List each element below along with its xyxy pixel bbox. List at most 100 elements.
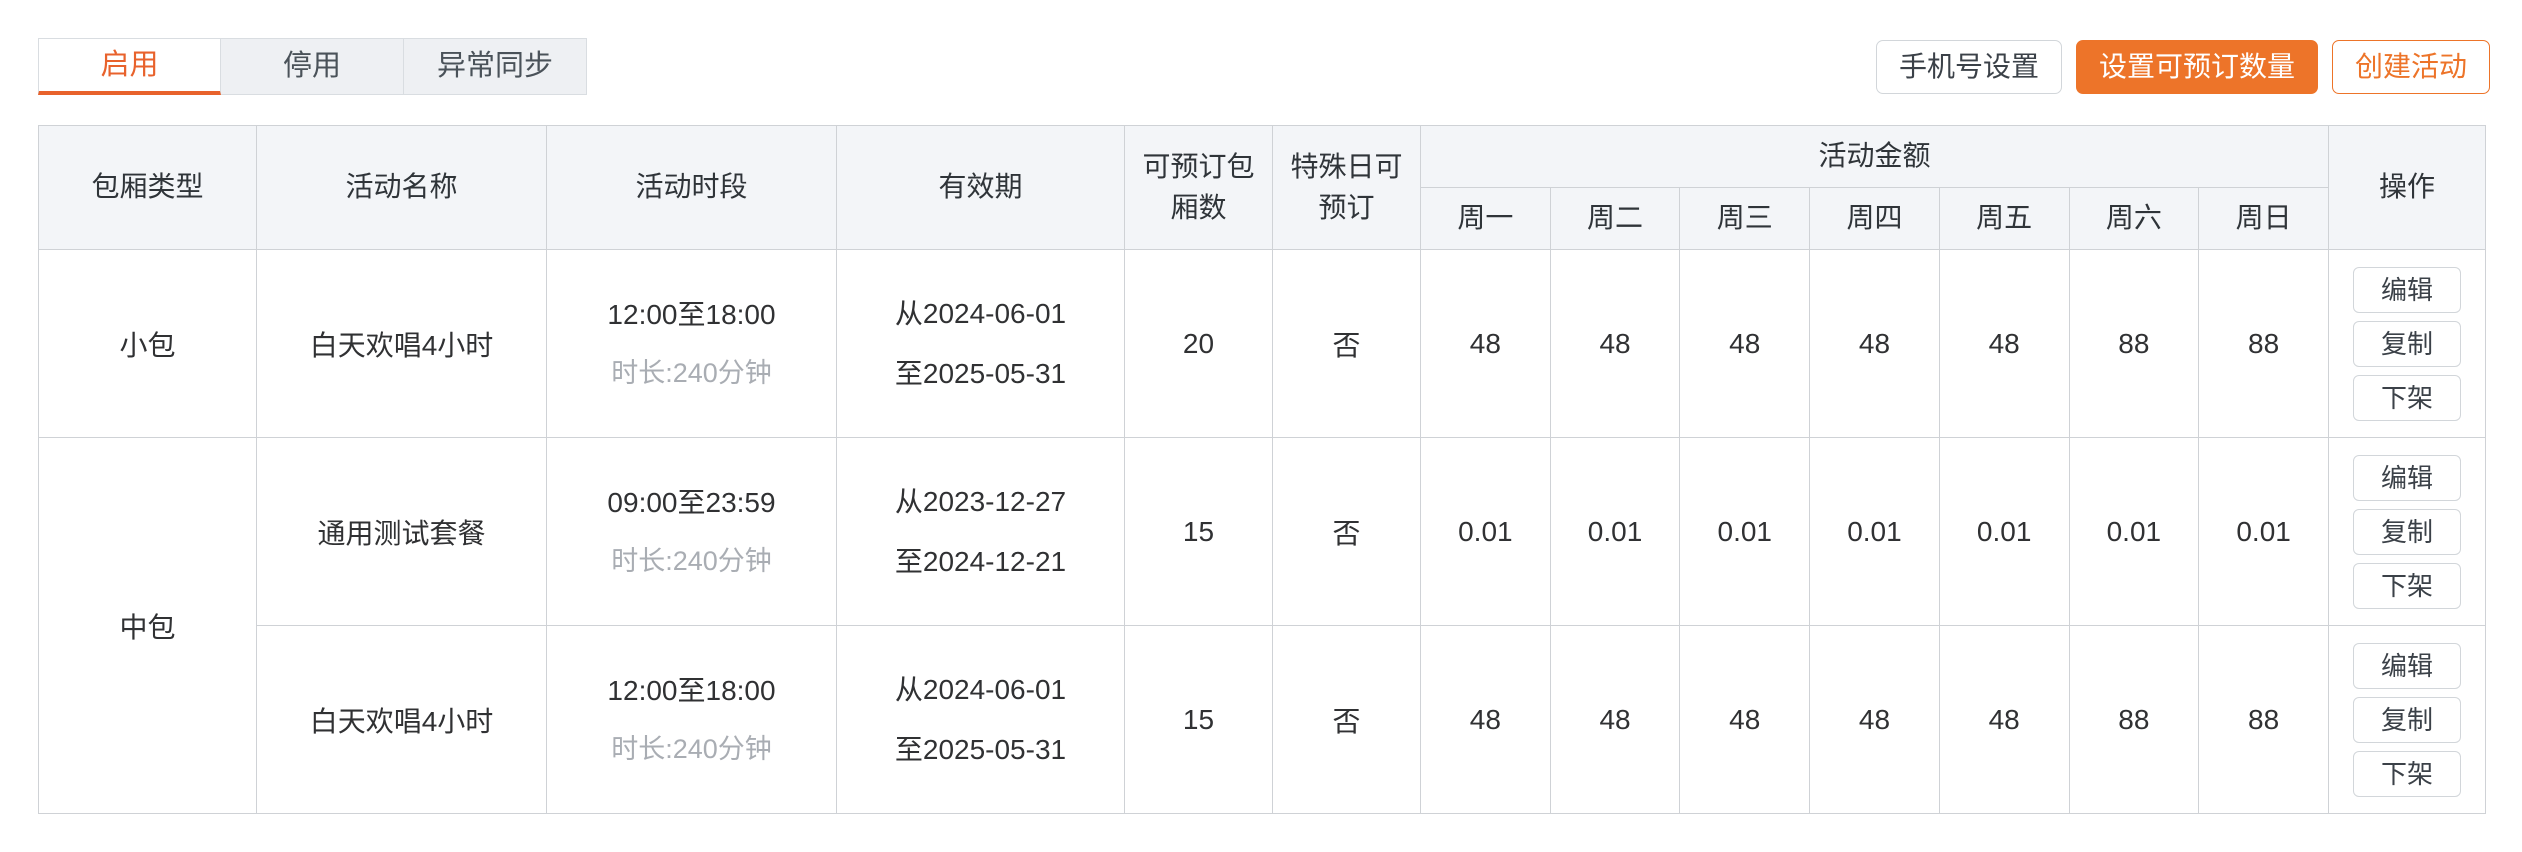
table-row: 中包 通用测试套餐 09:00至23:59 时长:240分钟 从2023-12-… <box>38 437 2486 814</box>
cell-time-slot: 09:00至23:59 时长:240分钟 <box>546 437 837 626</box>
col-header-wednesday: 周三 <box>1679 187 1811 250</box>
cell-price-thursday: 0.01 <box>1809 437 1940 626</box>
cell-time-slot: 12:00至18:00 时长:240分钟 <box>546 249 837 438</box>
tab-sync-error[interactable]: 异常同步 <box>404 38 587 95</box>
time-slot-range: 09:00至23:59 <box>607 486 776 518</box>
cell-price-friday: 0.01 <box>1938 437 2070 626</box>
cell-special-day: 否 <box>1272 437 1421 626</box>
unpublish-button[interactable]: 下架 <box>2353 562 2461 609</box>
col-header-bookable-rooms-line1: 可预订包 <box>1142 150 1255 182</box>
col-header-friday: 周五 <box>1938 187 2070 250</box>
cell-price-thursday: 48 <box>1809 249 1940 438</box>
cell-price-monday: 0.01 <box>1420 437 1551 626</box>
phone-settings-button[interactable]: 手机号设置 <box>1875 40 2062 94</box>
edit-button[interactable]: 编辑 <box>2353 454 2461 501</box>
tab-disabled-label: 停用 <box>282 50 341 82</box>
set-bookable-count-button[interactable]: 设置可预订数量 <box>2075 40 2318 94</box>
cell-room-type: 中包 <box>38 437 257 814</box>
table-row: 小包 白天欢唱4小时 12:00至18:00 时长:240分钟 从2024-06… <box>38 249 2486 438</box>
table-header-row-group: 包厢类型 活动名称 活动时段 有效期 可预订包 厢数 特殊日可 预订 活动金额 … <box>38 125 2486 250</box>
time-slot-range: 12:00至18:00 <box>607 674 776 706</box>
cell-operations: 编辑 复制 下架 <box>2328 437 2486 626</box>
cell-price-thursday: 48 <box>1809 625 1940 814</box>
copy-button[interactable]: 复制 <box>2353 696 2461 743</box>
tab-disabled[interactable]: 停用 <box>221 38 404 95</box>
cell-special-day: 否 <box>1272 625 1421 814</box>
cell-price-tuesday: 48 <box>1549 249 1681 438</box>
cell-price-saturday: 0.01 <box>2068 437 2200 626</box>
tab-enabled[interactable]: 启用 <box>38 38 221 95</box>
cell-price-sunday: 0.01 <box>2198 437 2329 626</box>
unpublish-button[interactable]: 下架 <box>2353 750 2461 797</box>
copy-button[interactable]: 复制 <box>2353 508 2461 555</box>
cell-time-slot: 12:00至18:00 时长:240分钟 <box>546 625 837 814</box>
col-header-amount-group: 活动金额 <box>1420 125 2329 188</box>
col-header-bookable-rooms-line2: 厢数 <box>1170 191 1227 223</box>
validity-from: 从2023-12-27 <box>894 485 1067 517</box>
cell-price-wednesday: 0.01 <box>1679 437 1811 626</box>
time-slot-range: 12:00至18:00 <box>607 298 776 330</box>
cell-price-wednesday: 48 <box>1679 625 1811 814</box>
table-body: 小包 白天欢唱4小时 12:00至18:00 时长:240分钟 从2024-06… <box>38 249 2486 814</box>
col-header-special-day: 特殊日可 预订 <box>1272 125 1421 250</box>
col-header-sunday: 周日 <box>2198 187 2329 250</box>
col-header-room-type: 包厢类型 <box>38 125 257 250</box>
validity-from: 从2024-06-01 <box>894 673 1067 705</box>
table-head: 包厢类型 活动名称 活动时段 有效期 可预订包 厢数 特殊日可 预订 活动金额 … <box>38 125 2486 250</box>
cell-room-type: 小包 <box>38 249 257 438</box>
cell-price-saturday: 88 <box>2068 625 2200 814</box>
toolbar-actions: 手机号设置 设置可预订数量 创建活动 <box>1875 40 2490 94</box>
time-slot-duration: 时长:240分钟 <box>611 546 772 577</box>
cell-price-friday: 48 <box>1938 625 2070 814</box>
tab-sync-error-label: 异常同步 <box>436 50 553 82</box>
table-row: 白天欢唱4小时 12:00至18:00 时长:240分钟 从2024-06-01… <box>39 625 2486 814</box>
col-header-bookable-rooms: 可预订包 厢数 <box>1124 125 1273 250</box>
cell-validity: 从2024-06-01 至2025-05-31 <box>836 249 1125 438</box>
col-header-validity: 有效期 <box>836 125 1125 250</box>
col-header-special-day-line2: 预订 <box>1318 191 1375 223</box>
edit-button[interactable]: 编辑 <box>2353 642 2461 689</box>
tab-enabled-label: 启用 <box>100 48 159 81</box>
cell-operations: 编辑 复制 下架 <box>2328 249 2486 438</box>
cell-price-sunday: 88 <box>2198 249 2329 438</box>
validity-to: 至2024-12-21 <box>894 545 1067 577</box>
cell-price-saturday: 88 <box>2068 249 2200 438</box>
activity-table: 包厢类型 活动名称 活动时段 有效期 可预订包 厢数 特殊日可 预订 活动金额 … <box>38 125 2486 814</box>
unpublish-button[interactable]: 下架 <box>2353 374 2461 421</box>
edit-button[interactable]: 编辑 <box>2353 266 2461 313</box>
cell-price-monday: 48 <box>1420 625 1551 814</box>
col-header-tuesday: 周二 <box>1549 187 1681 250</box>
cell-validity: 从2024-06-01 至2025-05-31 <box>836 625 1125 814</box>
cell-activity-name: 通用测试套餐 <box>256 437 547 626</box>
cell-price-tuesday: 0.01 <box>1549 437 1681 626</box>
col-header-activity-name: 活动名称 <box>256 125 547 250</box>
cell-activity-name: 白天欢唱4小时 <box>256 625 547 814</box>
cell-price-wednesday: 48 <box>1679 249 1811 438</box>
activity-list-page: 启用 停用 异常同步 手机号设置 设置可预订数量 创建活动 包厢类型 活动名称 … <box>0 0 2522 852</box>
time-slot-duration: 时长:240分钟 <box>611 734 772 765</box>
cell-price-monday: 48 <box>1420 249 1551 438</box>
col-header-special-day-line1: 特殊日可 <box>1290 150 1403 182</box>
toolbar: 启用 停用 异常同步 手机号设置 设置可预订数量 创建活动 <box>0 0 2522 110</box>
copy-button[interactable]: 复制 <box>2353 320 2461 367</box>
cell-activity-name: 白天欢唱4小时 <box>256 249 547 438</box>
status-tabs: 启用 停用 异常同步 <box>38 38 587 95</box>
validity-from: 从2024-06-01 <box>894 297 1067 329</box>
col-header-operations: 操作 <box>2328 125 2486 250</box>
time-slot-duration: 时长:240分钟 <box>611 358 772 389</box>
col-header-time-slot: 活动时段 <box>546 125 837 250</box>
cell-special-day: 否 <box>1272 249 1421 438</box>
cell-bookable-rooms: 20 <box>1124 249 1273 438</box>
cell-operations: 编辑 复制 下架 <box>2328 625 2486 814</box>
create-activity-button[interactable]: 创建活动 <box>2331 40 2490 94</box>
col-header-monday: 周一 <box>1420 187 1551 250</box>
activity-table-container[interactable]: 包厢类型 活动名称 活动时段 有效期 可预订包 厢数 特殊日可 预订 活动金额 … <box>38 125 2486 852</box>
cell-price-sunday: 88 <box>2198 625 2329 814</box>
cell-price-friday: 48 <box>1938 249 2070 438</box>
col-header-thursday: 周四 <box>1809 187 1940 250</box>
cell-bookable-rooms: 15 <box>1124 625 1273 814</box>
validity-to: 至2025-05-31 <box>894 733 1067 765</box>
cell-price-tuesday: 48 <box>1549 625 1681 814</box>
validity-to: 至2025-05-31 <box>894 357 1067 389</box>
cell-bookable-rooms: 15 <box>1124 437 1273 626</box>
